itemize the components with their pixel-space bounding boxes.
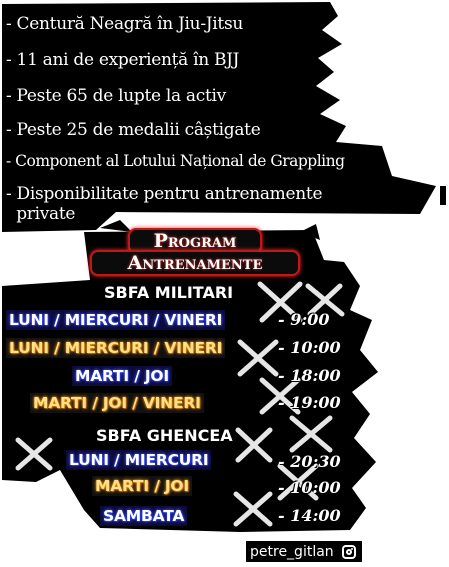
highlight-black-belt: - Centură Neagră în Jiu-Jitsu (6, 14, 244, 34)
session-time: - 19:00 (278, 393, 341, 412)
highlight-private-lessons-cont: private (6, 204, 76, 224)
session-time: - 10:00 (278, 338, 341, 357)
session-days: LUNI / MIERCURI (66, 450, 212, 470)
session-time: - 10:00 (278, 478, 341, 497)
session-time: - 18:00 (278, 366, 341, 385)
highlight-private-lessons: - Disponibilitate pentru antrenamente (6, 184, 323, 204)
instagram-badge[interactable]: petre_gitlan (246, 541, 362, 562)
highlight-fights: - Peste 65 de lupte la activ (6, 86, 226, 106)
highlight-experience: - 11 ani de experiență în BJJ (6, 50, 240, 70)
session-days: MARTI / JOI (92, 476, 192, 496)
program-subtitle: Antrenamente (90, 250, 300, 276)
highlight-national-team: - Component al Lotului Național de Grapp… (6, 152, 345, 170)
location-militari: SBFA MILITARI (104, 283, 234, 302)
session-days: LUNI / MIERCURI / VINERI (6, 310, 226, 330)
session-days: LUNI / MIERCURI / VINERI (6, 338, 226, 358)
instagram-handle[interactable]: petre_gitlan (250, 544, 334, 560)
session-time: - 14:00 (278, 506, 341, 525)
session-time: - 20:30 (278, 452, 341, 471)
flyer: - Centură Neagră în Jiu-Jitsu - 11 ani d… (0, 0, 449, 567)
session-days: SAMBATA (100, 506, 188, 526)
session-days: MARTI / JOI (72, 366, 172, 386)
session-days: MARTI / JOI / VINERI (30, 393, 204, 413)
instagram-icon[interactable] (341, 544, 356, 559)
highlight-medals: - Peste 25 de medalii câștigate (6, 120, 261, 140)
location-ghencea: SBFA GHENCEA (96, 426, 233, 445)
session-time: - 9:00 (278, 310, 330, 329)
